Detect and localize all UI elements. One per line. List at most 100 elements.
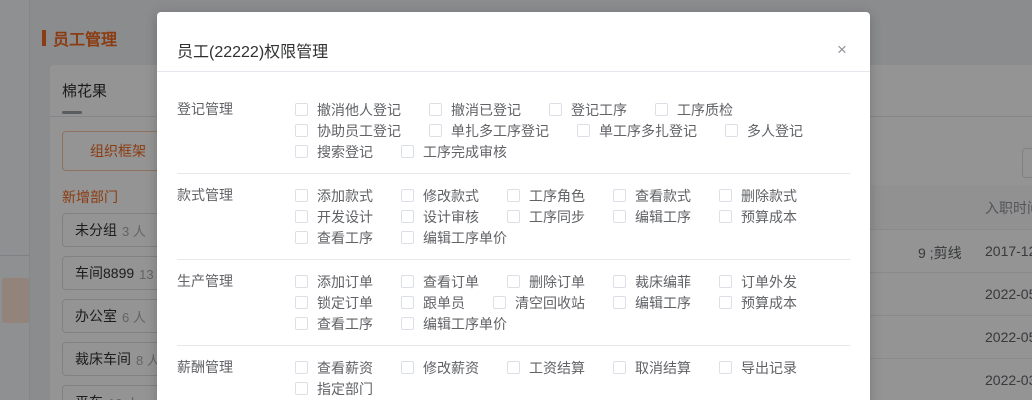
checkbox-icon[interactable] xyxy=(295,124,308,137)
permission-checkbox-item[interactable]: 工资结算 xyxy=(507,358,585,378)
permission-line: 指定部门 xyxy=(295,378,850,399)
permission-label: 编辑工序 xyxy=(635,294,691,311)
permission-checkbox-item[interactable]: 导出记录 xyxy=(719,358,797,378)
permission-label: 工序角色 xyxy=(529,187,585,204)
permission-checkbox-item[interactable]: 登记工序 xyxy=(549,100,627,120)
checkbox-icon[interactable] xyxy=(655,103,668,116)
checkbox-icon[interactable] xyxy=(295,275,308,288)
permission-checkbox-item[interactable]: 查看款式 xyxy=(613,186,691,206)
permission-checkbox-item[interactable]: 工序质检 xyxy=(655,100,733,120)
checkbox-icon[interactable] xyxy=(401,361,414,374)
permission-checkbox-item[interactable]: 订单外发 xyxy=(719,272,797,292)
permission-checkbox-item[interactable]: 编辑工序单价 xyxy=(401,228,507,248)
checkbox-icon[interactable] xyxy=(429,124,442,137)
permission-checkbox-item[interactable]: 预算成本 xyxy=(719,293,797,313)
permission-checkbox-item[interactable]: 添加款式 xyxy=(295,186,373,206)
checkbox-icon[interactable] xyxy=(719,210,732,223)
permission-checkbox-item[interactable]: 删除订单 xyxy=(507,272,585,292)
checkbox-icon[interactable] xyxy=(613,189,626,202)
checkbox-icon[interactable] xyxy=(401,145,414,158)
checkbox-icon[interactable] xyxy=(295,296,308,309)
permission-label: 裁床编菲 xyxy=(635,273,691,290)
permission-label: 撤消已登记 xyxy=(451,101,521,118)
permission-label: 添加款式 xyxy=(317,187,373,204)
permission-line: 查看薪资 修改薪资 工资结算 取消结算 导出记录 xyxy=(295,357,850,378)
checkbox-icon[interactable] xyxy=(295,361,308,374)
modal-header: 员工(22222)权限管理 × xyxy=(157,12,870,72)
permission-checkbox-item[interactable]: 搜索登记 xyxy=(295,142,373,162)
permission-label: 编辑工序单价 xyxy=(423,315,507,332)
permission-label: 工序质检 xyxy=(677,101,733,118)
permission-checkbox-item[interactable]: 工序角色 xyxy=(507,186,585,206)
permission-checkbox-item[interactable]: 编辑工序 xyxy=(613,207,691,227)
checkbox-icon[interactable] xyxy=(577,124,590,137)
permission-checkbox-item[interactable]: 修改款式 xyxy=(401,186,479,206)
checkbox-icon[interactable] xyxy=(429,103,442,116)
permission-checkbox-item[interactable]: 撤消已登记 xyxy=(429,100,521,120)
permission-checkbox-item[interactable]: 协助员工登记 xyxy=(295,121,401,141)
checkbox-icon[interactable] xyxy=(401,189,414,202)
permission-checkbox-item[interactable]: 查看薪资 xyxy=(295,358,373,378)
permission-checkbox-item[interactable]: 多人登记 xyxy=(725,121,803,141)
permission-checkbox-item[interactable]: 跟单员 xyxy=(401,293,465,313)
permission-checkbox-item[interactable]: 取消结算 xyxy=(613,358,691,378)
permission-group: 登记管理 撤消他人登记 撤消已登记 登记工序 工序质检 协助员工登记 单扎多工序登记 单工序多… xyxy=(177,88,850,174)
permission-checkbox-item[interactable]: 工序同步 xyxy=(507,207,585,227)
permission-lines: 查看薪资 修改薪资 工资结算 取消结算 导出记录指定部门 xyxy=(295,357,850,399)
permission-line: 协助员工登记 单扎多工序登记 单工序多扎登记 多人登记 xyxy=(295,120,850,141)
permission-checkbox-item[interactable]: 预算成本 xyxy=(719,207,797,227)
checkbox-icon[interactable] xyxy=(295,210,308,223)
checkbox-icon[interactable] xyxy=(295,103,308,116)
checkbox-icon[interactable] xyxy=(613,361,626,374)
checkbox-icon[interactable] xyxy=(719,275,732,288)
permission-checkbox-item[interactable]: 设计审核 xyxy=(401,207,479,227)
permission-label: 锁定订单 xyxy=(317,294,373,311)
checkbox-icon[interactable] xyxy=(507,361,520,374)
checkbox-icon[interactable] xyxy=(401,210,414,223)
permission-checkbox-item[interactable]: 查看订单 xyxy=(401,272,479,292)
checkbox-icon[interactable] xyxy=(401,296,414,309)
permission-checkbox-item[interactable]: 删除款式 xyxy=(719,186,797,206)
checkbox-icon[interactable] xyxy=(295,231,308,244)
checkbox-icon[interactable] xyxy=(507,189,520,202)
permission-group: 生产管理 添加订单 查看订单 删除订单 裁床编菲 订单外发 锁定订单 跟单员 清空回收站 编辑工序… xyxy=(177,260,850,346)
permission-checkbox-item[interactable]: 修改薪资 xyxy=(401,358,479,378)
checkbox-icon[interactable] xyxy=(401,231,414,244)
checkbox-icon[interactable] xyxy=(725,124,738,137)
permission-label: 单工序多扎登记 xyxy=(599,122,697,139)
permission-checkbox-item[interactable]: 锁定订单 xyxy=(295,293,373,313)
checkbox-icon[interactable] xyxy=(401,275,414,288)
checkbox-icon[interactable] xyxy=(613,275,626,288)
checkbox-icon[interactable] xyxy=(719,296,732,309)
checkbox-icon[interactable] xyxy=(493,296,506,309)
checkbox-icon[interactable] xyxy=(719,361,732,374)
checkbox-icon[interactable] xyxy=(295,317,308,330)
permission-checkbox-item[interactable]: 查看工序 xyxy=(295,314,373,334)
permission-checkbox-item[interactable]: 编辑工序单价 xyxy=(401,314,507,334)
permission-checkbox-item[interactable]: 单扎多工序登记 xyxy=(429,121,549,141)
permission-line: 查看工序 编辑工序单价 xyxy=(295,227,850,248)
permission-checkbox-item[interactable]: 工序完成审核 xyxy=(401,142,507,162)
checkbox-icon[interactable] xyxy=(295,382,308,395)
permission-checkbox-item[interactable]: 开发设计 xyxy=(295,207,373,227)
permission-modal: 员工(22222)权限管理 × 登记管理 撤消他人登记 撤消已登记 登记工序 工序质检协… xyxy=(157,12,870,400)
permission-checkbox-item[interactable]: 清空回收站 xyxy=(493,293,585,313)
permission-checkbox-item[interactable]: 单工序多扎登记 xyxy=(577,121,697,141)
permission-checkbox-item[interactable]: 裁床编菲 xyxy=(613,272,691,292)
checkbox-icon[interactable] xyxy=(401,317,414,330)
permission-checkbox-item[interactable]: 撤消他人登记 xyxy=(295,100,401,120)
checkbox-icon[interactable] xyxy=(507,210,520,223)
checkbox-icon[interactable] xyxy=(507,275,520,288)
close-icon[interactable]: × xyxy=(832,40,852,60)
checkbox-icon[interactable] xyxy=(719,189,732,202)
permission-checkbox-item[interactable]: 指定部门 xyxy=(295,379,373,399)
permission-checkbox-item[interactable]: 编辑工序 xyxy=(613,293,691,313)
checkbox-icon[interactable] xyxy=(613,296,626,309)
permission-checkbox-item[interactable]: 查看工序 xyxy=(295,228,373,248)
checkbox-icon[interactable] xyxy=(549,103,562,116)
permission-checkbox-item[interactable]: 添加订单 xyxy=(295,272,373,292)
checkbox-icon[interactable] xyxy=(613,210,626,223)
modal-title: 员工(22222)权限管理 xyxy=(177,44,329,61)
checkbox-icon[interactable] xyxy=(295,145,308,158)
checkbox-icon[interactable] xyxy=(295,189,308,202)
